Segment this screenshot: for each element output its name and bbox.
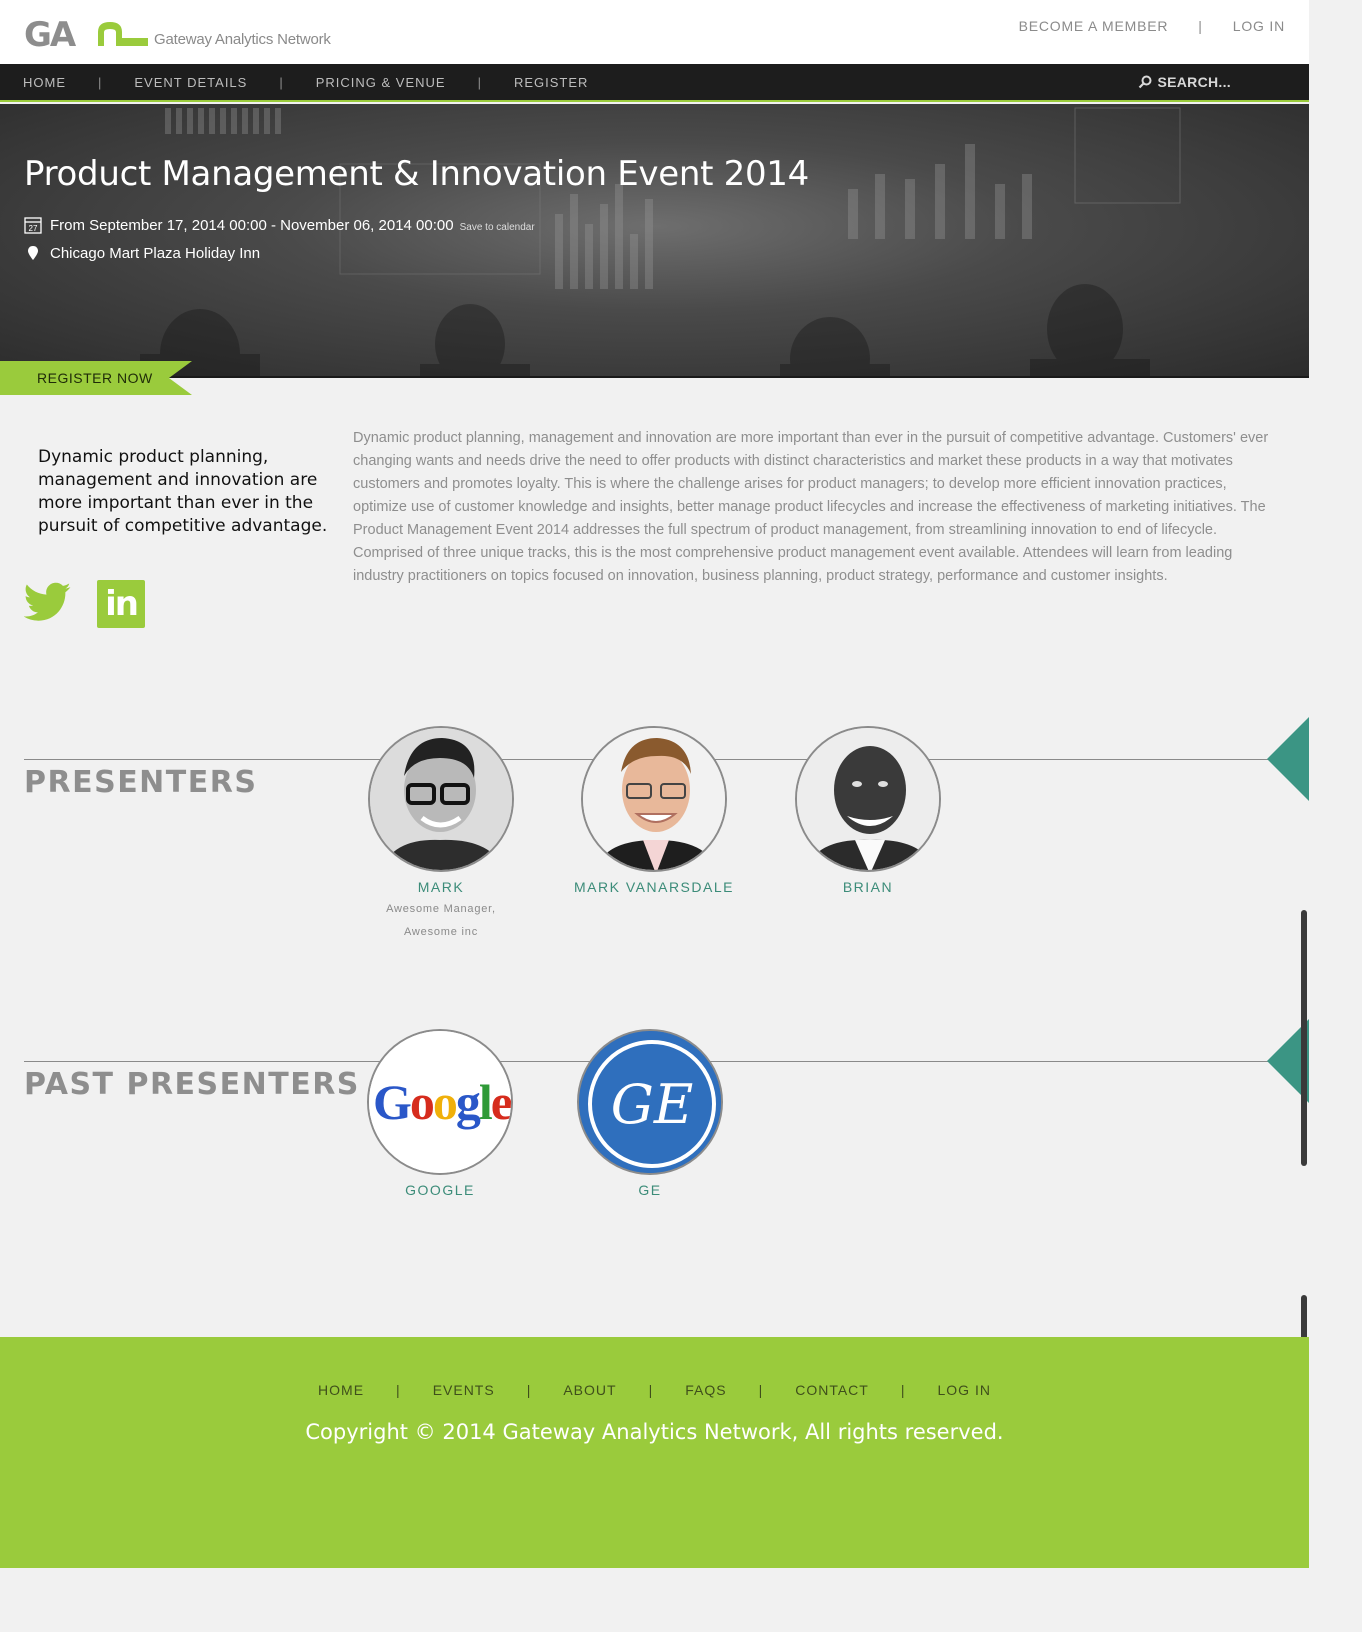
footer-separator: | [396, 1382, 401, 1398]
svg-text:Google: Google [373, 1074, 512, 1130]
past-presenter-card[interactable]: Google GOOGLE [350, 1029, 530, 1198]
hero-banner: Product Management & Innovation Event 20… [0, 104, 1309, 378]
login-link[interactable]: LOG IN [1233, 18, 1285, 34]
intro-body: Dynamic product planning, management and… [353, 430, 1269, 584]
footer-link-home[interactable]: HOME [318, 1382, 364, 1398]
presenter-company-line: Awesome inc [403, 926, 479, 938]
presenters-title: PRESENTERS [24, 765, 258, 800]
past-presenters-title: PAST PRESENTERS [24, 1067, 360, 1102]
footer-link-login[interactable]: LOG IN [937, 1382, 990, 1398]
past-presenter-card[interactable]: GE GE [560, 1029, 740, 1198]
presenter-photo-icon [370, 728, 512, 870]
logo[interactable]: GA Gateway Analytics Network [24, 14, 331, 48]
top-links: BECOME A MEMBER | LOG IN [1019, 18, 1285, 34]
svg-text:GE: GE [611, 1073, 694, 1136]
ge-logo-icon: GE [579, 1031, 721, 1173]
svg-text:GA: GA [24, 18, 77, 48]
calendar-icon: 27 [24, 216, 42, 234]
twitter-icon[interactable] [23, 582, 72, 627]
presenter-card[interactable]: MARK VANARSDALE [564, 726, 744, 895]
save-to-calendar-link[interactable]: Save to calendar [460, 222, 535, 233]
footer-link-about[interactable]: ABOUT [563, 1382, 616, 1398]
presenter-photo-icon [583, 728, 725, 870]
presenter-photo-icon [797, 728, 939, 870]
become-member-link[interactable]: BECOME A MEMBER [1019, 18, 1169, 34]
scrollbar-thumb[interactable] [1301, 910, 1307, 1166]
presenter-role: Awesome Manager, Awesome inc [351, 898, 531, 944]
main-nav: HOME | EVENT DETAILS | PRICING & VENUE |… [0, 64, 1309, 102]
social-links: in [23, 580, 145, 628]
nav-items: HOME | EVENT DETAILS | PRICING & VENUE |… [23, 75, 588, 90]
footer-link-faqs[interactable]: FAQS [685, 1382, 726, 1398]
presenter-name[interactable]: BRIAN [778, 879, 958, 895]
presenter-avatar[interactable] [795, 726, 941, 872]
event-location: Chicago Mart Plaza Holiday Inn [24, 244, 260, 262]
nav-item-pricing-venue[interactable]: PRICING & VENUE [316, 75, 446, 90]
event-location-text: Chicago Mart Plaza Holiday Inn [50, 244, 261, 262]
presenter-role-line: Awesome Manager, [386, 903, 496, 915]
top-links-separator: | [1198, 18, 1203, 34]
google-logo[interactable]: Google [367, 1029, 513, 1175]
nav-separator: | [279, 75, 284, 90]
footer-separator: | [648, 1382, 654, 1398]
google-logo-icon: Google [369, 1031, 512, 1173]
event-dates: 27 From September 17, 2014 00:00 - Novem… [24, 216, 535, 234]
search-box[interactable]: SEARCH... [1138, 74, 1232, 90]
top-header: GA Gateway Analytics Network BECOME A ME… [0, 0, 1309, 64]
footer: HOME | EVENTS | ABOUT | FAQS | CONTACT |… [0, 1337, 1309, 1568]
presenter-card[interactable]: MARK Awesome Manager, Awesome inc [351, 726, 531, 944]
event-title: Product Management & Innovation Event 20… [24, 154, 809, 194]
search-placeholder[interactable]: SEARCH... [1158, 74, 1232, 90]
footer-link-events[interactable]: EVENTS [433, 1382, 495, 1398]
footer-separator: | [758, 1382, 764, 1398]
presenter-card[interactable]: BRIAN [778, 726, 958, 895]
intro-lead: Dynamic product planning, management and… [38, 447, 328, 536]
register-now-button[interactable]: REGISTER NOW [0, 361, 192, 395]
presenter-avatar[interactable] [581, 726, 727, 872]
presenters-arrow-icon[interactable] [1267, 717, 1309, 801]
search-icon [1138, 75, 1151, 89]
presenter-name[interactable]: MARK VANARSDALE [564, 879, 744, 895]
nav-item-home[interactable]: HOME [23, 75, 66, 90]
nav-separator: | [98, 75, 103, 90]
footer-nav: HOME | EVENTS | ABOUT | FAQS | CONTACT |… [0, 1382, 1309, 1398]
past-presenter-name[interactable]: GOOGLE [350, 1182, 530, 1198]
nav-item-event-details[interactable]: EVENT DETAILS [134, 75, 247, 90]
nav-item-register[interactable]: REGISTER [514, 75, 588, 90]
footer-separator: | [526, 1382, 532, 1398]
presenter-name[interactable]: MARK [351, 879, 531, 895]
hero-background-image [140, 107, 1181, 376]
copyright-text: Copyright © 2014 Gateway Analytics Netwo… [305, 1420, 1004, 1444]
nav-separator: | [477, 75, 482, 90]
ge-logo[interactable]: GE [577, 1029, 723, 1175]
logo-text: Gateway Analytics Network [154, 31, 331, 48]
linkedin-icon[interactable]: in [97, 580, 145, 628]
map-pin-icon [24, 244, 42, 262]
past-presenter-name[interactable]: GE [560, 1182, 740, 1198]
logo-mark-icon: GA [24, 18, 148, 48]
footer-link-contact[interactable]: CONTACT [795, 1382, 869, 1398]
calendar-day: 27 [29, 224, 38, 233]
event-date-range: From September 17, 2014 00:00 - November… [50, 216, 454, 234]
presenter-avatar[interactable] [368, 726, 514, 872]
footer-separator: | [900, 1382, 906, 1398]
